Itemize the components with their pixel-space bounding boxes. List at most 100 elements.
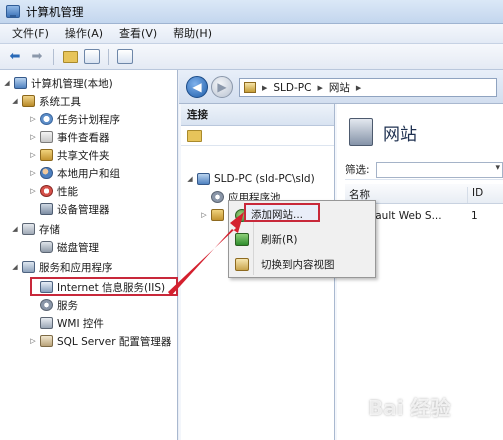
sites-header: 网站 (349, 118, 417, 146)
tree-item-label: 服务 (57, 299, 78, 312)
connections-title: 连接 (181, 104, 334, 126)
add-connection-icon[interactable] (187, 129, 202, 142)
show-hide-tree-icon[interactable] (83, 48, 101, 66)
refresh-icon (235, 232, 249, 246)
device-manager-icon (40, 203, 53, 215)
expand-icon[interactable]: ▷ (28, 115, 38, 123)
tree-item-services-apps[interactable]: ◢ 服务和应用程序 (10, 258, 113, 276)
tree-item-label: 磁盘管理 (57, 241, 99, 254)
connections-toolbar (181, 126, 334, 146)
event-viewer-icon (40, 131, 53, 143)
tree-item-label: SQL Server 配置管理器 (57, 335, 172, 348)
storage-icon (22, 223, 35, 235)
tools-icon (22, 95, 35, 107)
breadcrumb-page[interactable]: 网站 (329, 80, 350, 95)
back-arrow-icon[interactable]: ◀ (186, 76, 208, 98)
collapse-icon[interactable]: ◢ (10, 225, 20, 233)
tree-item-label: 计算机管理(本地) (31, 77, 113, 90)
collapse-icon[interactable]: ◢ (2, 79, 12, 87)
expand-icon[interactable]: ▷ (28, 169, 38, 177)
menu-item-switch-view[interactable]: 切换到内容视图 (231, 253, 373, 275)
users-icon (40, 167, 53, 179)
tree-item-services[interactable]: 服务 (28, 296, 78, 314)
expand-icon[interactable]: ▷ (199, 211, 209, 219)
tree-item-task-scheduler[interactable]: ▷ 任务计划程序 (28, 110, 120, 128)
breadcrumb-host[interactable]: SLD-PC (273, 82, 311, 94)
sql-server-icon (40, 335, 53, 347)
breadcrumb[interactable]: ▶ SLD-PC ▶ 网站 ▶ (239, 78, 497, 97)
tree-item-disk-management[interactable]: 磁盘管理 (28, 238, 99, 256)
gear-icon (40, 299, 53, 311)
add-site-highlight-box[interactable]: 添加网站... (244, 203, 320, 222)
title-bar: 计算机管理 (0, 0, 503, 24)
sites-folder-icon (211, 209, 224, 221)
menu-bar: 文件(F) 操作(A) 查看(V) 帮助(H) (0, 24, 503, 44)
menu-view[interactable]: 查看(V) (111, 25, 165, 43)
tree-item-label: 存储 (39, 223, 60, 236)
window-title: 计算机管理 (26, 4, 84, 19)
tree-item-device-manager[interactable]: 设备管理器 (28, 200, 110, 218)
tree-item-performance[interactable]: ▷ 性能 (28, 182, 78, 200)
toolbar-divider (108, 48, 109, 65)
filter-label: 筛选: (345, 164, 370, 176)
menu-item-label: 切换到内容视图 (261, 258, 335, 271)
menu-file[interactable]: 文件(F) (4, 25, 57, 43)
back-arrow-icon[interactable]: ⬅ (6, 48, 24, 66)
tree-item-label: 服务和应用程序 (39, 261, 113, 274)
disk-icon (40, 241, 53, 253)
server-icon (197, 173, 210, 185)
address-bar: ◀ ▶ ▶ SLD-PC ▶ 网站 ▶ (179, 70, 503, 104)
toolbar-divider (53, 48, 54, 65)
connection-server[interactable]: ◢ SLD-PC (sld-PC\sld) (185, 170, 315, 188)
expand-icon[interactable]: ▷ (28, 133, 38, 141)
collapse-icon[interactable]: ◢ (185, 175, 195, 183)
properties-icon[interactable] (116, 48, 134, 66)
chevron-right-icon: ▶ (262, 83, 268, 92)
baidu-watermark: Bai 经验 (368, 396, 451, 420)
clock-icon (40, 113, 53, 125)
shared-folder-icon (40, 149, 53, 161)
filter-row: 筛选: (345, 160, 503, 180)
menu-item-refresh[interactable]: 刷新(R) (231, 228, 373, 250)
expand-icon[interactable]: ▷ (28, 151, 38, 159)
up-folder-icon[interactable] (61, 48, 79, 66)
tree-item-storage[interactable]: ◢ 存储 (10, 220, 60, 238)
expand-icon[interactable]: ▷ (28, 337, 38, 345)
collapse-icon[interactable]: ◢ (10, 263, 20, 271)
tree-item-system-tools[interactable]: ◢ 系统工具 (10, 92, 81, 110)
column-id[interactable]: ID (467, 187, 483, 203)
tree-item-label: WMI 控件 (57, 317, 104, 330)
tree-item-local-users[interactable]: ▷ 本地用户和组 (28, 164, 120, 182)
tree-item-label: 设备管理器 (57, 203, 110, 216)
filter-input[interactable] (375, 161, 503, 178)
menu-action[interactable]: 操作(A) (57, 25, 111, 43)
tree-item-sql[interactable]: ▷ SQL Server 配置管理器 (28, 332, 171, 350)
menu-help[interactable]: 帮助(H) (165, 25, 220, 43)
content-view-icon (235, 257, 249, 271)
tree-item-wmi[interactable]: WMI 控件 (28, 314, 104, 332)
computer-icon (14, 77, 27, 89)
performance-icon (40, 185, 53, 197)
page-title: 网站 (383, 124, 417, 145)
collapse-icon[interactable]: ◢ (10, 97, 20, 105)
tree-item-root[interactable]: ◢ 计算机管理(本地) (2, 74, 113, 92)
computer-management-icon (6, 5, 20, 18)
server-rack-icon (349, 118, 373, 146)
expand-icon[interactable]: ▷ (28, 187, 38, 195)
app-pool-icon (211, 191, 224, 203)
menu-item-label: 添加网站... (251, 209, 304, 221)
tree-item-event-viewer[interactable]: ▷ 事件查看器 (28, 128, 110, 146)
tree-item-shared-folders[interactable]: ▷ 共享文件夹 (28, 146, 110, 164)
services-apps-icon (22, 261, 35, 273)
tree-item-label: 系统工具 (39, 95, 81, 108)
forward-arrow-icon[interactable]: ▶ (211, 76, 233, 98)
connection-server-label: SLD-PC (sld-PC\sld) (214, 173, 315, 185)
iis-highlight-box (30, 277, 178, 296)
tree-item-label: 任务计划程序 (57, 113, 120, 126)
wmi-icon (40, 317, 53, 329)
site-id: 1 (471, 210, 478, 222)
chevron-right-icon: ▶ (317, 83, 323, 92)
console-tree: ◢ 计算机管理(本地) ◢ 系统工具 ▷ 任务计划程序 ▷ 事件查看器 ▷ 共享… (0, 70, 178, 440)
tree-item-label: 事件查看器 (57, 131, 110, 144)
forward-arrow-icon[interactable]: ➡ (28, 48, 46, 66)
